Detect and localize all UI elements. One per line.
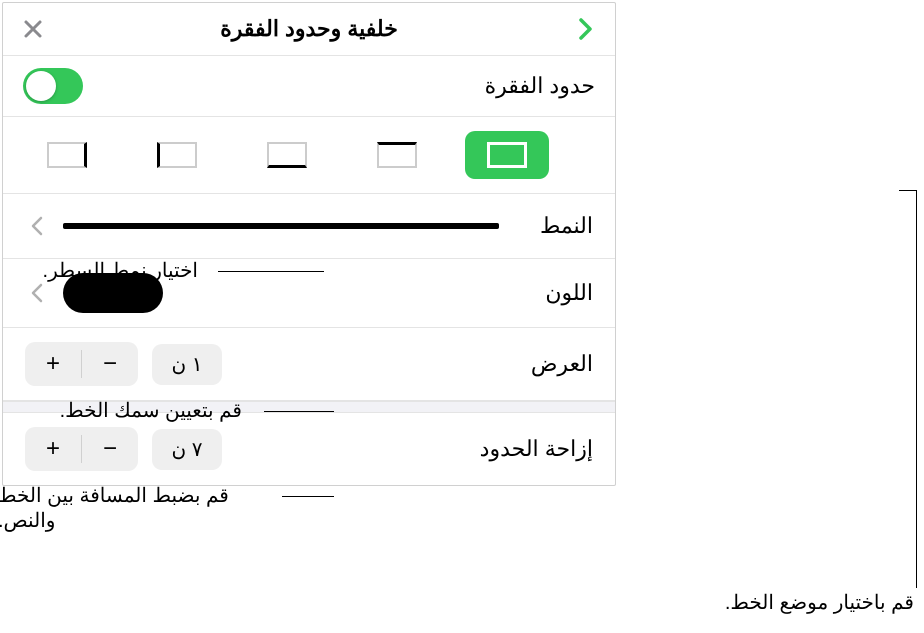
close-button[interactable] [19,15,47,43]
chevron-left-icon [25,281,49,305]
toggle-knob [26,71,56,101]
callout-position-line-h [899,190,917,191]
border-left-button[interactable] [135,131,219,179]
panel-title: خلفية وحدود الفقرة [47,16,571,42]
border-left-icon [157,142,197,168]
border-all-button[interactable] [465,131,549,179]
chevron-left-icon [25,214,49,238]
callout-offset: قم بضبط المسافة بين الخط والنص. [0,483,260,533]
callout-offset-line [282,496,334,497]
border-right-button[interactable] [25,131,109,179]
offset-increment[interactable]: + [25,427,81,471]
line-style-preview [63,223,499,229]
offset-decrement[interactable]: − [82,427,138,471]
callout-width-line [264,411,334,412]
borders-toggle-section: حدود الفقرة [3,56,615,117]
offset-label: إزاحة الحدود [480,436,593,462]
line-style-row[interactable]: النمط [3,194,615,258]
border-top-icon [377,142,417,168]
borders-toggle[interactable] [23,68,83,104]
back-button[interactable] [571,15,599,43]
width-increment[interactable]: + [25,342,81,386]
callout-style-line [218,271,324,272]
border-bottom-button[interactable] [245,131,329,179]
close-icon [23,19,43,39]
border-top-button[interactable] [355,131,439,179]
style-section: النمط [3,194,615,259]
callout-style: اختيار نمط السطر. [43,258,198,283]
border-right-icon [47,142,87,168]
borders-toggle-label: حدود الفقرة [485,73,595,99]
width-label: العرض [513,351,593,377]
border-position-section [3,117,615,194]
callout-position: قم باختيار موضع الخط. [725,590,914,615]
callout-width: قم بتعيين سمك الخط. [60,398,242,423]
border-bottom-icon [267,142,307,168]
width-stepper: − + [25,342,138,386]
offset-stepper: − + [25,427,138,471]
chevron-right-icon [577,18,593,40]
callout-position-line-v [916,190,917,588]
offset-value: ٧ ن [152,429,222,470]
width-decrement[interactable]: − [82,342,138,386]
border-all-icon [487,142,527,168]
style-label: النمط [513,213,593,239]
panel-header: خلفية وحدود الفقرة [3,3,615,56]
offset-section: إزاحة الحدود ٧ ن − + [3,413,615,485]
width-section: العرض ١ ن − + [3,328,615,401]
width-value: ١ ن [152,344,222,385]
color-label: اللون [513,280,593,306]
